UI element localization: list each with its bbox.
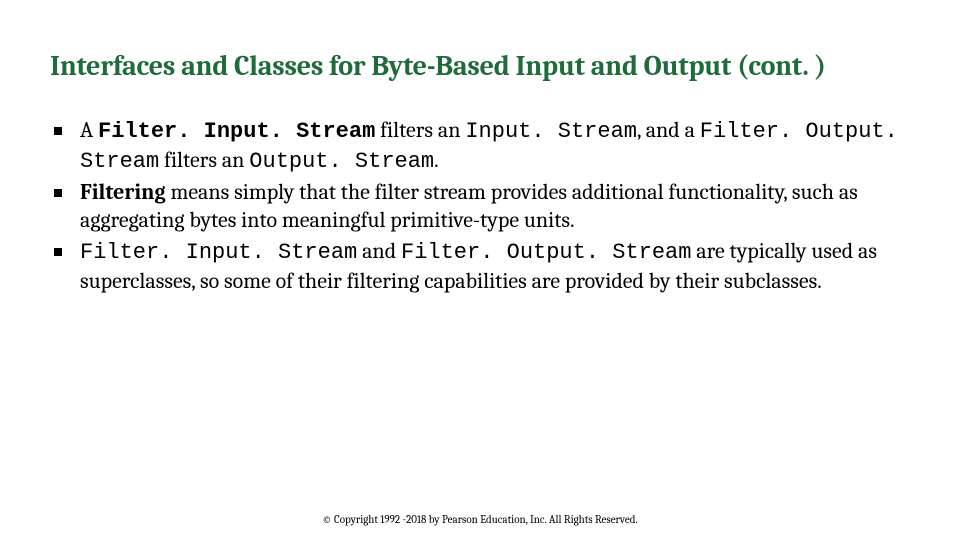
text-run: Input. Stream — [465, 119, 637, 144]
text-run: filters an — [159, 147, 249, 173]
text-run: filters an — [375, 117, 465, 143]
text-run: . — [434, 147, 439, 173]
text-run: Output. Stream — [249, 149, 434, 174]
list-item: A Filter. Input. Stream filters an Input… — [50, 116, 910, 176]
list-item: Filtering means simply that the filter s… — [50, 178, 910, 234]
text-run: Filter. Output. Stream — [401, 240, 691, 265]
slide-title: Interfaces and Classes for Byte-Based In… — [50, 50, 910, 82]
copyright-footer: © Copyright 1992 -2018 by Pearson Educat… — [0, 513, 960, 526]
text-run: Filter. Input. Stream — [80, 240, 357, 265]
list-item: Filter. Input. Stream and Filter. Output… — [50, 237, 910, 295]
bullet-list: A Filter. Input. Stream filters an Input… — [50, 116, 910, 295]
text-run: and — [357, 238, 401, 264]
text-run: A — [80, 117, 98, 143]
text-run: Filter. Input. Stream — [98, 119, 375, 144]
text-run: , and a — [637, 117, 700, 143]
text-run: Filtering — [80, 179, 166, 205]
slide: Interfaces and Classes for Byte-Based In… — [0, 0, 960, 540]
text-run: means simply that the filter stream prov… — [80, 179, 858, 233]
